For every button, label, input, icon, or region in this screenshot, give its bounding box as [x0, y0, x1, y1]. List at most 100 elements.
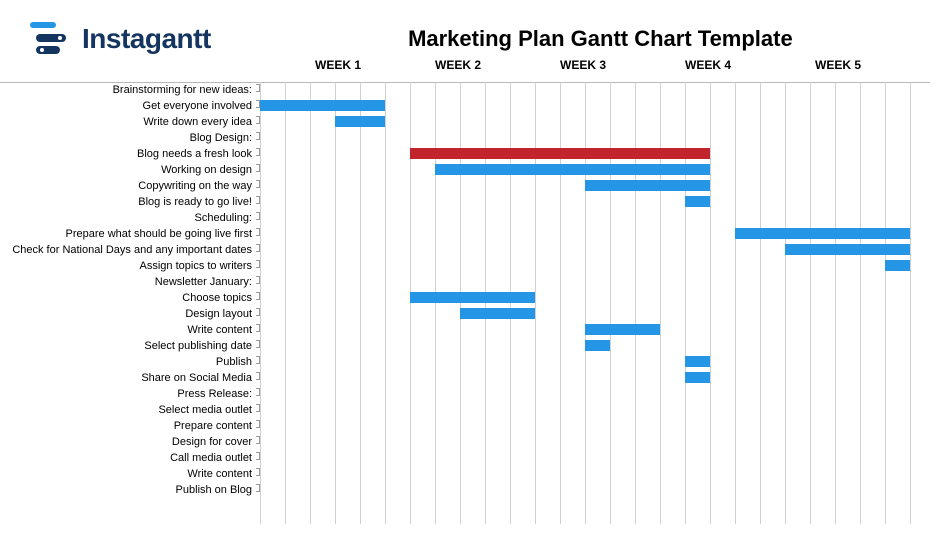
- task-label: Newsletter January:: [0, 274, 252, 290]
- task-row: Prepare what should be going live first: [0, 226, 930, 242]
- task-row: Design for cover: [0, 434, 930, 450]
- task-row: Design layout: [0, 306, 930, 322]
- row-tick: [256, 468, 260, 476]
- task-label: Blog is ready to go live!: [0, 194, 252, 210]
- row-tick: [256, 180, 260, 188]
- task-row: Write down every idea: [0, 114, 930, 130]
- week-label: WEEK 5: [815, 58, 861, 72]
- task-label: Share on Social Media: [0, 370, 252, 386]
- row-tick: [256, 116, 260, 124]
- task-label: Choose topics: [0, 290, 252, 306]
- week-label: WEEK 1: [315, 58, 361, 72]
- task-rows: Brainstorming for new ideas:Get everyone…: [0, 82, 930, 498]
- task-row: Copywriting on the way: [0, 178, 930, 194]
- task-label: Write content: [0, 322, 252, 338]
- row-tick: [256, 132, 260, 140]
- task-row: Brainstorming for new ideas:: [0, 82, 930, 98]
- row-tick: [256, 164, 260, 172]
- task-label: Get everyone involved: [0, 98, 252, 114]
- task-label: Publish on Blog: [0, 482, 252, 498]
- task-row: Check for National Days and any importan…: [0, 242, 930, 258]
- gantt-bar: [685, 196, 710, 207]
- row-tick: [256, 308, 260, 316]
- row-tick: [256, 340, 260, 348]
- task-row: Working on design: [0, 162, 930, 178]
- task-label: Brainstorming for new ideas:: [0, 82, 252, 98]
- header: Instagantt Marketing Plan Gantt Chart Te…: [0, 0, 940, 60]
- gantt-bar: [410, 292, 535, 303]
- row-tick: [256, 148, 260, 156]
- task-row: Publish: [0, 354, 930, 370]
- task-label: Check for National Days and any importan…: [0, 242, 252, 258]
- gantt-bar: [410, 148, 710, 159]
- task-row: Choose topics: [0, 290, 930, 306]
- task-label: Design for cover: [0, 434, 252, 450]
- row-tick: [256, 356, 260, 364]
- gantt-bar: [435, 164, 710, 175]
- row-tick: [256, 324, 260, 332]
- task-row: Get everyone involved: [0, 98, 930, 114]
- gantt-bar: [260, 100, 385, 111]
- brand-name: Instagantt: [82, 23, 211, 55]
- row-tick: [256, 420, 260, 428]
- gantt-bar: [585, 324, 660, 335]
- row-tick: [256, 484, 260, 492]
- task-label: Blog needs a fresh look: [0, 146, 252, 162]
- task-row: Prepare content: [0, 418, 930, 434]
- gantt-bar: [335, 116, 385, 127]
- task-row: Scheduling:: [0, 210, 930, 226]
- gantt-bar: [460, 308, 535, 319]
- row-tick: [256, 372, 260, 380]
- row-tick: [256, 388, 260, 396]
- task-label: Design layout: [0, 306, 252, 322]
- task-row: Write content: [0, 322, 930, 338]
- task-row: Write content: [0, 466, 930, 482]
- task-row: Newsletter January:: [0, 274, 930, 290]
- task-label: Assign topics to writers: [0, 258, 252, 274]
- week-label: WEEK 2: [435, 58, 481, 72]
- task-label: Press Release:: [0, 386, 252, 402]
- task-label: Call media outlet: [0, 450, 252, 466]
- task-label: Select media outlet: [0, 402, 252, 418]
- task-row: Blog is ready to go live!: [0, 194, 930, 210]
- row-tick: [256, 212, 260, 220]
- title-area: Marketing Plan Gantt Chart Template: [211, 26, 940, 52]
- task-label: Select publishing date: [0, 338, 252, 354]
- page-title: Marketing Plan Gantt Chart Template: [261, 26, 940, 52]
- gantt-bar: [735, 228, 910, 239]
- task-row: Assign topics to writers: [0, 258, 930, 274]
- week-label: WEEK 4: [685, 58, 731, 72]
- gantt-bar: [685, 372, 710, 383]
- task-label: Publish: [0, 354, 252, 370]
- row-tick: [256, 228, 260, 236]
- gantt-chart: Brainstorming for new ideas:Get everyone…: [0, 82, 930, 524]
- task-row: Select media outlet: [0, 402, 930, 418]
- gantt-bar: [585, 340, 610, 351]
- task-row: Call media outlet: [0, 450, 930, 466]
- row-tick: [256, 292, 260, 300]
- task-label: Working on design: [0, 162, 252, 178]
- task-row: Blog Design:: [0, 130, 930, 146]
- task-label: Prepare what should be going live first: [0, 226, 252, 242]
- gantt-bar: [585, 180, 710, 191]
- row-tick: [256, 276, 260, 284]
- task-label: Scheduling:: [0, 210, 252, 226]
- task-row: Blog needs a fresh look: [0, 146, 930, 162]
- task-label: Copywriting on the way: [0, 178, 252, 194]
- task-label: Write content: [0, 466, 252, 482]
- gantt-bar: [685, 356, 710, 367]
- row-tick: [256, 244, 260, 252]
- task-row: Share on Social Media: [0, 370, 930, 386]
- task-label: Blog Design:: [0, 130, 252, 146]
- instagantt-logo-icon: [30, 22, 70, 56]
- task-label: Prepare content: [0, 418, 252, 434]
- task-row: Publish on Blog: [0, 482, 930, 498]
- task-label: Write down every idea: [0, 114, 252, 130]
- row-tick: [256, 260, 260, 268]
- week-header-row: WEEK 1WEEK 2WEEK 3WEEK 4WEEK 5: [260, 58, 930, 78]
- logo: Instagantt: [30, 22, 211, 56]
- task-row: Select publishing date: [0, 338, 930, 354]
- row-tick: [256, 436, 260, 444]
- row-tick: [256, 452, 260, 460]
- task-row: Press Release:: [0, 386, 930, 402]
